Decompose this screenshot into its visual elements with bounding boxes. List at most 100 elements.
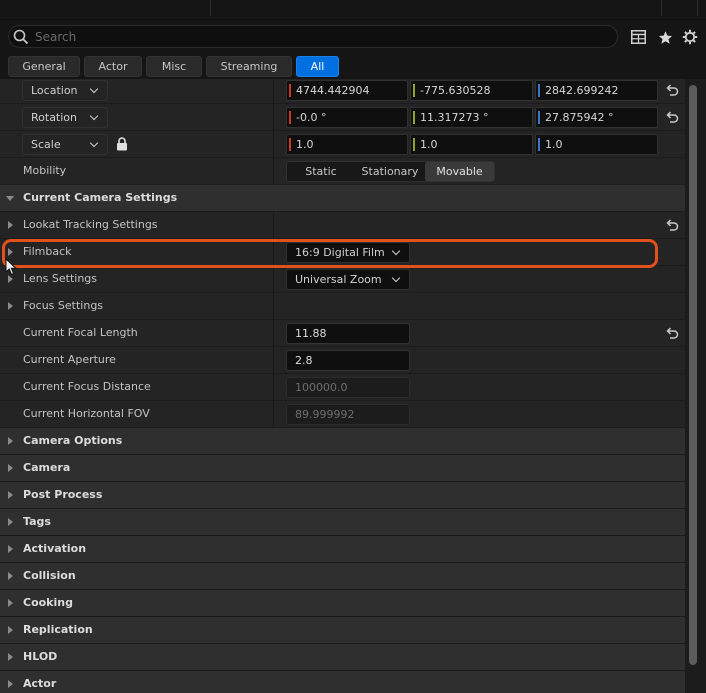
- category-camera[interactable]: Camera: [0, 455, 685, 482]
- lookat-label: Lookat Tracking Settings: [23, 218, 158, 231]
- x-axis-marker: [289, 138, 291, 151]
- scale-z-value: 1.0: [545, 138, 563, 151]
- filmback-row: Filmback 16:9 Digital Film: [0, 239, 685, 266]
- expand-arrow-icon[interactable]: [8, 302, 13, 310]
- category-collision[interactable]: Collision: [0, 563, 685, 590]
- y-axis-marker: [413, 111, 415, 124]
- table-view-icon[interactable]: [629, 28, 647, 46]
- location-y-field[interactable]: -775.630528: [410, 80, 533, 101]
- strip-divider: [210, 0, 211, 16]
- rotation-y-field[interactable]: 11.317273 °: [410, 107, 533, 128]
- category-post-process[interactable]: Post Process: [0, 482, 685, 509]
- category-tags[interactable]: Tags: [0, 509, 685, 536]
- category-replication[interactable]: Replication: [0, 617, 685, 644]
- tab-misc[interactable]: Misc: [146, 56, 202, 77]
- focus-settings-row: Focus Settings: [0, 293, 685, 320]
- focal-length-label: Current Focal Length: [23, 326, 138, 339]
- tab-streaming[interactable]: Streaming: [206, 56, 292, 77]
- category-title: Replication: [23, 623, 93, 636]
- lock-icon[interactable]: [116, 137, 128, 154]
- rotation-x-field[interactable]: -0.0 °: [286, 107, 408, 128]
- location-label: Location: [31, 84, 78, 97]
- category-camera-options[interactable]: Camera Options: [0, 428, 685, 455]
- search-box[interactable]: [8, 25, 618, 48]
- aperture-field[interactable]: 2.8: [286, 350, 410, 371]
- rotation-row: Rotation -0.0 ° 11.317273 ° 27.875942 °: [0, 104, 685, 131]
- aperture-row: Current Aperture 2.8: [0, 347, 685, 374]
- filmback-value: 16:9 Digital Film: [295, 246, 385, 259]
- category-actor[interactable]: Actor: [0, 671, 685, 693]
- scale-y-field[interactable]: 1.0: [410, 134, 533, 155]
- x-axis-marker: [289, 84, 291, 97]
- expand-arrow-icon[interactable]: [8, 626, 13, 634]
- expand-arrow-icon[interactable]: [8, 545, 13, 553]
- details-panel: Location 4744.442904 -775.630528 2842.69…: [0, 79, 685, 693]
- scale-dropdown[interactable]: Scale: [22, 134, 108, 155]
- category-title: Current Camera Settings: [23, 191, 178, 204]
- collapse-arrow-icon[interactable]: [6, 196, 14, 201]
- reset-arrow-icon[interactable]: [664, 82, 680, 98]
- y-axis-marker: [413, 138, 415, 151]
- expand-arrow-icon[interactable]: [8, 221, 13, 229]
- scale-y-value: 1.0: [420, 138, 438, 151]
- expand-arrow-icon[interactable]: [8, 599, 13, 607]
- category-hlod[interactable]: HLOD: [0, 644, 685, 671]
- rotation-x-value: -0.0 °: [296, 111, 327, 124]
- mobility-movable-option[interactable]: Movable: [425, 162, 494, 181]
- location-z-value: 2842.699242: [545, 84, 619, 97]
- expand-arrow-icon[interactable]: [8, 437, 13, 445]
- x-axis-marker: [289, 111, 291, 124]
- filmback-label: Filmback: [23, 245, 72, 258]
- expand-arrow-icon[interactable]: [8, 464, 13, 472]
- lookat-tracking-row: Lookat Tracking Settings: [0, 212, 685, 239]
- column-divider: [273, 212, 274, 239]
- category-current-camera-settings[interactable]: Current Camera Settings: [0, 185, 685, 212]
- category-cooking[interactable]: Cooking: [0, 590, 685, 617]
- filter-tabs: General Actor Misc Streaming All: [0, 55, 706, 79]
- category-activation[interactable]: Activation: [0, 536, 685, 563]
- reset-arrow-icon[interactable]: [664, 109, 680, 125]
- filmback-dropdown[interactable]: 16:9 Digital Film: [286, 242, 410, 263]
- column-divider: [273, 266, 274, 293]
- expand-arrow-icon[interactable]: [8, 491, 13, 499]
- mouse-cursor-icon: [5, 257, 18, 279]
- location-z-field[interactable]: 2842.699242: [535, 80, 658, 101]
- expand-arrow-icon[interactable]: [8, 653, 13, 661]
- search-input[interactable]: [35, 28, 605, 45]
- lens-dropdown[interactable]: Universal Zoom: [286, 269, 410, 290]
- location-dropdown[interactable]: Location: [22, 80, 108, 101]
- scale-row: Scale 1.0 1.0 1.0: [0, 131, 685, 158]
- reset-arrow-icon[interactable]: [664, 325, 680, 341]
- location-x-value: 4744.442904: [296, 84, 370, 97]
- scale-x-field[interactable]: 1.0: [286, 134, 408, 155]
- chevron-down-icon: [89, 111, 99, 121]
- expand-arrow-icon[interactable]: [8, 248, 13, 256]
- expand-arrow-icon[interactable]: [8, 680, 13, 688]
- rotation-z-field[interactable]: 27.875942 °: [535, 107, 658, 128]
- tab-all[interactable]: All: [296, 56, 339, 77]
- rotation-label: Rotation: [31, 111, 78, 124]
- category-title: Collision: [23, 569, 76, 582]
- reset-arrow-icon[interactable]: [664, 217, 680, 233]
- scale-z-field[interactable]: 1.0: [535, 134, 658, 155]
- focus-distance-label: Current Focus Distance: [23, 380, 151, 393]
- focal-length-field[interactable]: 11.88: [286, 323, 410, 344]
- favorite-star-icon[interactable]: [656, 28, 674, 46]
- category-title: Activation: [23, 542, 87, 555]
- focal-length-row: Current Focal Length 11.88: [0, 320, 685, 347]
- tab-general[interactable]: General: [8, 56, 80, 77]
- rotation-dropdown[interactable]: Rotation: [22, 107, 108, 128]
- focus-distance-row: Current Focus Distance 100000.0: [0, 374, 685, 401]
- mobility-static-option[interactable]: Static: [287, 162, 355, 181]
- horizontal-fov-row: Current Horizontal FOV 89.999992: [0, 401, 685, 428]
- scrollbar-thumb[interactable]: [689, 85, 697, 665]
- y-axis-marker: [413, 84, 415, 97]
- horizontal-fov-field: 89.999992: [286, 404, 410, 425]
- mobility-stationary-option[interactable]: Stationary: [355, 162, 425, 181]
- search-toolbar: [0, 20, 706, 55]
- settings-gear-icon[interactable]: [681, 28, 699, 46]
- tab-actor[interactable]: Actor: [84, 56, 142, 77]
- location-x-field[interactable]: 4744.442904: [286, 80, 408, 101]
- expand-arrow-icon[interactable]: [8, 572, 13, 580]
- expand-arrow-icon[interactable]: [8, 518, 13, 526]
